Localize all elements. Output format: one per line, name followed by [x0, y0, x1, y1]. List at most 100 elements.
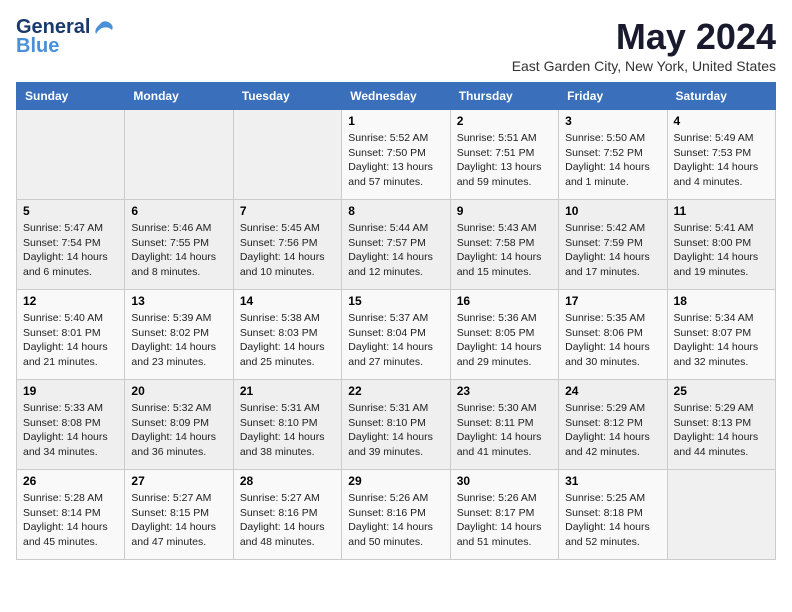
- day-info: Sunrise: 5:42 AM Sunset: 7:59 PM Dayligh…: [565, 221, 660, 280]
- calendar-cell: 15 Sunrise: 5:37 AM Sunset: 8:04 PM Dayli…: [342, 290, 450, 380]
- title-block: May 2024 East Garden City, New York, Uni…: [512, 16, 776, 74]
- day-number: 13: [131, 294, 226, 308]
- day-number: 5: [23, 204, 118, 218]
- day-info: Sunrise: 5:27 AM Sunset: 8:15 PM Dayligh…: [131, 491, 226, 550]
- day-number: 27: [131, 474, 226, 488]
- week-row-1: 1 Sunrise: 5:52 AM Sunset: 7:50 PM Daylig…: [17, 110, 776, 200]
- day-number: 31: [565, 474, 660, 488]
- day-info: Sunrise: 5:43 AM Sunset: 7:58 PM Dayligh…: [457, 221, 552, 280]
- day-info: Sunrise: 5:29 AM Sunset: 8:12 PM Dayligh…: [565, 401, 660, 460]
- logo-bird-icon: [92, 20, 114, 36]
- calendar-cell: 4 Sunrise: 5:49 AM Sunset: 7:53 PM Daylig…: [667, 110, 775, 200]
- calendar-cell: 6Sunrise: 5:46 AM Sunset: 7:55 PM Daylig…: [125, 200, 233, 290]
- weekday-header-thursday: Thursday: [450, 83, 558, 110]
- day-number: 3: [565, 114, 660, 128]
- day-info: Sunrise: 5:49 AM Sunset: 7:53 PM Dayligh…: [674, 131, 769, 190]
- calendar-cell: 30 Sunrise: 5:26 AM Sunset: 8:17 PM Dayli…: [450, 470, 558, 560]
- calendar-cell: 27 Sunrise: 5:27 AM Sunset: 8:15 PM Dayli…: [125, 470, 233, 560]
- weekday-header-saturday: Saturday: [667, 83, 775, 110]
- day-info: Sunrise: 5:38 AM Sunset: 8:03 PM Dayligh…: [240, 311, 335, 370]
- day-number: 26: [23, 474, 118, 488]
- day-info: Sunrise: 5:40 AM Sunset: 8:01 PM Dayligh…: [23, 311, 118, 370]
- week-row-3: 12 Sunrise: 5:40 AM Sunset: 8:01 PM Dayli…: [17, 290, 776, 380]
- day-info: Sunrise: 5:25 AM Sunset: 8:18 PM Dayligh…: [565, 491, 660, 550]
- calendar-cell: 9 Sunrise: 5:43 AM Sunset: 7:58 PM Daylig…: [450, 200, 558, 290]
- day-info: Sunrise: 5:33 AM Sunset: 8:08 PM Dayligh…: [23, 401, 118, 460]
- day-number: 15: [348, 294, 443, 308]
- day-info: Sunrise: 5:34 AM Sunset: 8:07 PM Dayligh…: [674, 311, 769, 370]
- calendar-cell: 23 Sunrise: 5:30 AM Sunset: 8:11 PM Dayli…: [450, 380, 558, 470]
- calendar-cell: 16 Sunrise: 5:36 AM Sunset: 8:05 PM Dayli…: [450, 290, 558, 380]
- day-number: 11: [674, 204, 769, 218]
- calendar-cell: 5Sunrise: 5:47 AM Sunset: 7:54 PM Daylig…: [17, 200, 125, 290]
- calendar-cell: 26 Sunrise: 5:28 AM Sunset: 8:14 PM Dayli…: [17, 470, 125, 560]
- day-number: 7: [240, 204, 335, 218]
- day-info: Sunrise: 5:50 AM Sunset: 7:52 PM Dayligh…: [565, 131, 660, 190]
- day-info: Sunrise: 5:26 AM Sunset: 8:16 PM Dayligh…: [348, 491, 443, 550]
- calendar-cell: 24 Sunrise: 5:29 AM Sunset: 8:12 PM Dayli…: [559, 380, 667, 470]
- calendar-cell: 14 Sunrise: 5:38 AM Sunset: 8:03 PM Dayli…: [233, 290, 341, 380]
- day-info: Sunrise: 5:45 AM Sunset: 7:56 PM Dayligh…: [240, 221, 335, 280]
- weekday-header-tuesday: Tuesday: [233, 83, 341, 110]
- calendar-cell: 10Sunrise: 5:42 AM Sunset: 7:59 PM Dayli…: [559, 200, 667, 290]
- calendar-cell: 1 Sunrise: 5:52 AM Sunset: 7:50 PM Daylig…: [342, 110, 450, 200]
- day-info: Sunrise: 5:29 AM Sunset: 8:13 PM Dayligh…: [674, 401, 769, 460]
- calendar-cell: 20 Sunrise: 5:32 AM Sunset: 8:09 PM Dayli…: [125, 380, 233, 470]
- calendar-cell: [233, 110, 341, 200]
- day-number: 14: [240, 294, 335, 308]
- day-number: 17: [565, 294, 660, 308]
- calendar-cell: 22 Sunrise: 5:31 AM Sunset: 8:10 PM Dayli…: [342, 380, 450, 470]
- calendar-cell: 2Sunrise: 5:51 AM Sunset: 7:51 PM Daylig…: [450, 110, 558, 200]
- day-number: 16: [457, 294, 552, 308]
- calendar-cell: 7 Sunrise: 5:45 AM Sunset: 7:56 PM Daylig…: [233, 200, 341, 290]
- day-info: Sunrise: 5:39 AM Sunset: 8:02 PM Dayligh…: [131, 311, 226, 370]
- day-info: Sunrise: 5:36 AM Sunset: 8:05 PM Dayligh…: [457, 311, 552, 370]
- calendar-cell: 21Sunrise: 5:31 AM Sunset: 8:10 PM Dayli…: [233, 380, 341, 470]
- day-info: Sunrise: 5:31 AM Sunset: 8:10 PM Dayligh…: [348, 401, 443, 460]
- day-number: 4: [674, 114, 769, 128]
- day-number: 22: [348, 384, 443, 398]
- day-number: 9: [457, 204, 552, 218]
- weekday-header-row: SundayMondayTuesdayWednesdayThursdayFrid…: [17, 83, 776, 110]
- day-number: 30: [457, 474, 552, 488]
- calendar-cell: 25Sunrise: 5:29 AM Sunset: 8:13 PM Dayli…: [667, 380, 775, 470]
- day-info: Sunrise: 5:30 AM Sunset: 8:11 PM Dayligh…: [457, 401, 552, 460]
- day-info: Sunrise: 5:26 AM Sunset: 8:17 PM Dayligh…: [457, 491, 552, 550]
- calendar-cell: 11 Sunrise: 5:41 AM Sunset: 8:00 PM Dayli…: [667, 200, 775, 290]
- weekday-header-wednesday: Wednesday: [342, 83, 450, 110]
- day-number: 23: [457, 384, 552, 398]
- calendar-cell: 3 Sunrise: 5:50 AM Sunset: 7:52 PM Daylig…: [559, 110, 667, 200]
- calendar-cell: 29 Sunrise: 5:26 AM Sunset: 8:16 PM Dayli…: [342, 470, 450, 560]
- day-info: Sunrise: 5:51 AM Sunset: 7:51 PM Dayligh…: [457, 131, 552, 190]
- calendar-cell: [17, 110, 125, 200]
- calendar-cell: 31 Sunrise: 5:25 AM Sunset: 8:18 PM Dayli…: [559, 470, 667, 560]
- day-number: 8: [348, 204, 443, 218]
- day-info: Sunrise: 5:28 AM Sunset: 8:14 PM Dayligh…: [23, 491, 118, 550]
- day-info: Sunrise: 5:32 AM Sunset: 8:09 PM Dayligh…: [131, 401, 226, 460]
- day-number: 12: [23, 294, 118, 308]
- calendar-table: SundayMondayTuesdayWednesdayThursdayFrid…: [16, 82, 776, 560]
- day-info: Sunrise: 5:44 AM Sunset: 7:57 PM Dayligh…: [348, 221, 443, 280]
- day-number: 1: [348, 114, 443, 128]
- calendar-cell: 19 Sunrise: 5:33 AM Sunset: 8:08 PM Dayli…: [17, 380, 125, 470]
- day-info: Sunrise: 5:52 AM Sunset: 7:50 PM Dayligh…: [348, 131, 443, 190]
- month-title: May 2024: [512, 16, 776, 58]
- day-info: Sunrise: 5:31 AM Sunset: 8:10 PM Dayligh…: [240, 401, 335, 460]
- day-number: 18: [674, 294, 769, 308]
- day-info: Sunrise: 5:41 AM Sunset: 8:00 PM Dayligh…: [674, 221, 769, 280]
- weekday-header-friday: Friday: [559, 83, 667, 110]
- day-info: Sunrise: 5:35 AM Sunset: 8:06 PM Dayligh…: [565, 311, 660, 370]
- calendar-cell: 28Sunrise: 5:27 AM Sunset: 8:16 PM Dayli…: [233, 470, 341, 560]
- day-info: Sunrise: 5:27 AM Sunset: 8:16 PM Dayligh…: [240, 491, 335, 550]
- calendar-cell: 8 Sunrise: 5:44 AM Sunset: 7:57 PM Daylig…: [342, 200, 450, 290]
- day-number: 24: [565, 384, 660, 398]
- day-info: Sunrise: 5:37 AM Sunset: 8:04 PM Dayligh…: [348, 311, 443, 370]
- day-number: 29: [348, 474, 443, 488]
- calendar-cell: 12 Sunrise: 5:40 AM Sunset: 8:01 PM Dayli…: [17, 290, 125, 380]
- day-number: 6: [131, 204, 226, 218]
- day-number: 20: [131, 384, 226, 398]
- weekday-header-monday: Monday: [125, 83, 233, 110]
- calendar-cell: [667, 470, 775, 560]
- page-header: General Blue May 2024 East Garden City, …: [16, 16, 776, 74]
- day-number: 19: [23, 384, 118, 398]
